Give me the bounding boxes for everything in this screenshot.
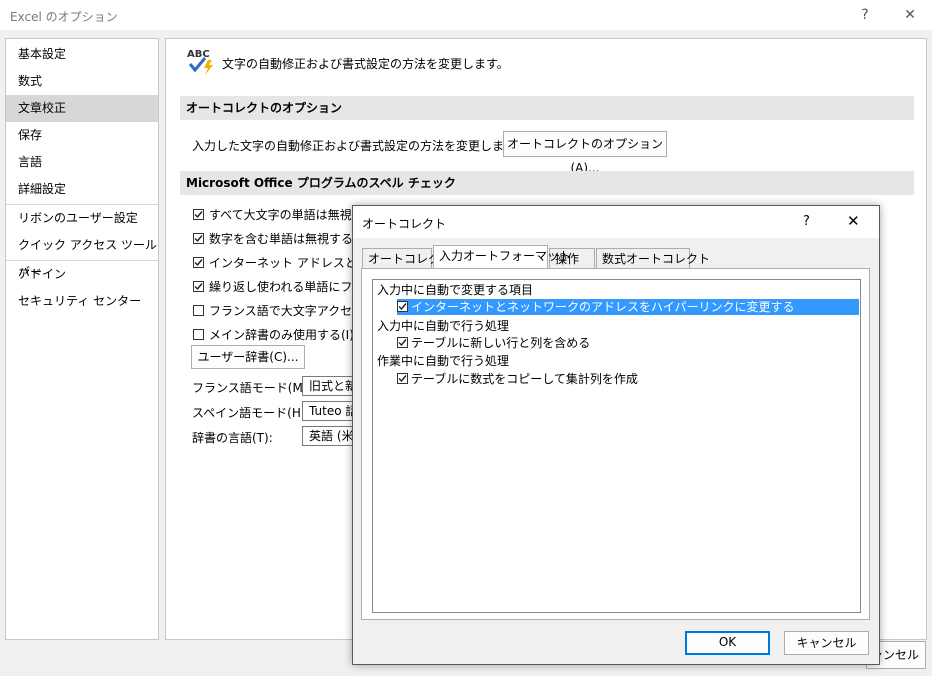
sidebar-item-customize-ribbon[interactable]: リボンのユーザー設定 (6, 205, 158, 232)
automatically-as-you-work-heading: 作業中に自動で行う処理 (377, 354, 510, 368)
calculated-columns-label: テーブルに数式をコピーして集計列を作成 (411, 372, 638, 386)
dialog-title-bar: オートコレクト ? ✕ (353, 206, 879, 238)
autocorrect-options-button[interactable]: オートコレクトのオプション(A)... (503, 131, 667, 175)
ignore-internet-addresses-checkbox[interactable] (193, 257, 204, 268)
dialog-cancel-button[interactable]: キャンセル (784, 631, 869, 655)
ignore-numbers-checkbox[interactable] (193, 233, 204, 244)
apply-as-you-type-heading: 入力中に自動で行う処理 (377, 319, 510, 333)
sidebar: 基本設定 数式 文章校正 保存 言語 詳細設定 リボンのユーザー設定 クイック … (5, 38, 159, 640)
close-button[interactable]: ✕ (898, 4, 922, 26)
sidebar-item-language[interactable]: 言語 (6, 149, 158, 176)
excel-options-window: Excel のオプション ? ✕ 基本設定 数式 文章校正 保存 言語 詳細設定… (0, 0, 932, 676)
sidebar-item-formulas[interactable]: 数式 (6, 68, 158, 95)
autoformat-options-list: 入力中に自動で変更する項目 インターネットとネットワークのアドレスをハイパーリン… (372, 279, 861, 613)
flag-repeated-words-checkbox[interactable] (193, 281, 204, 292)
spanish-mode-label: スペイン語モード(H): (192, 406, 310, 420)
french-mode-label: フランス語モード(M): (192, 381, 312, 395)
spelling-section-heading: Microsoft Office プログラムのスペル チェック (180, 171, 914, 195)
custom-dictionaries-button[interactable]: ユーザー辞書(C)... (191, 345, 305, 369)
hyperlink-checkbox[interactable] (397, 301, 408, 312)
ignore-uppercase-label: すべて大文字の単語は無視す (209, 208, 364, 222)
hyperlink-option-label: インターネットとネットワークのアドレスをハイパーリンクに変更する (411, 300, 795, 314)
french-uppercase-accent-checkbox[interactable] (193, 305, 204, 316)
sidebar-item-addins[interactable]: アドイン (6, 261, 158, 288)
dialog-close-button[interactable]: ✕ (847, 212, 860, 230)
title-bar: Excel のオプション ? ✕ (0, 0, 932, 30)
tab-autocorrect[interactable]: オートコレクト (362, 248, 452, 268)
help-button[interactable]: ? (853, 4, 877, 26)
ignore-numbers-label: 数字を含む単語は無視する(E (209, 232, 366, 246)
ok-button[interactable]: OK (685, 631, 770, 655)
tab-math-autocorrect[interactable]: 数式オートコレクト (596, 248, 710, 268)
calculated-columns-checkbox[interactable] (397, 373, 408, 384)
dictionary-language-label: 辞書の言語(T): (192, 431, 273, 445)
autocorrect-dialog: オートコレクト ? ✕ オートコレクト 入力オートフォーマット 操作 数式オート… (352, 205, 880, 665)
sidebar-item-save[interactable]: 保存 (6, 122, 158, 149)
sidebar-item-proofing[interactable]: 文章校正 (6, 95, 158, 122)
main-dictionary-only-checkbox[interactable] (193, 329, 204, 340)
sidebar-item-trust-center[interactable]: セキュリティ センター (6, 288, 158, 315)
ignore-uppercase-checkbox[interactable] (193, 209, 204, 220)
replace-as-you-type-heading: 入力中に自動で変更する項目 (377, 283, 534, 297)
list-item[interactable]: インターネットとネットワークのアドレスをハイパーリンクに変更する (397, 299, 859, 315)
main-dictionary-only-label: メイン辞書のみ使用する(I) (209, 328, 354, 342)
sidebar-item-general[interactable]: 基本設定 (6, 41, 158, 68)
sidebar-item-quick-access-toolbar[interactable]: クイック アクセス ツール バー (6, 232, 158, 279)
autocorrect-section-heading: オートコレクトのオプション (180, 96, 914, 120)
abc-check-icon: ABC (186, 46, 216, 76)
window-title: Excel のオプション (10, 10, 118, 24)
tab-autoformat-as-you-type[interactable]: 入力オートフォーマット (433, 245, 571, 268)
dialog-title: オートコレクト (362, 217, 447, 231)
svg-text:ABC: ABC (187, 49, 210, 60)
sidebar-item-advanced[interactable]: 詳細設定 (6, 176, 158, 203)
autocorrect-description: 入力した文字の自動修正および書式設定の方法を変更します: (192, 139, 521, 153)
dialog-help-button[interactable]: ? (803, 214, 810, 229)
include-new-rows-label: テーブルに新しい行と列を含める (411, 336, 591, 350)
proofing-header-text: 文字の自動修正および書式設定の方法を変更します。 (222, 57, 509, 71)
tab-panel: 入力中に自動で変更する項目 インターネットとネットワークのアドレスをハイパーリン… (361, 268, 870, 620)
include-new-rows-checkbox[interactable] (397, 337, 408, 348)
